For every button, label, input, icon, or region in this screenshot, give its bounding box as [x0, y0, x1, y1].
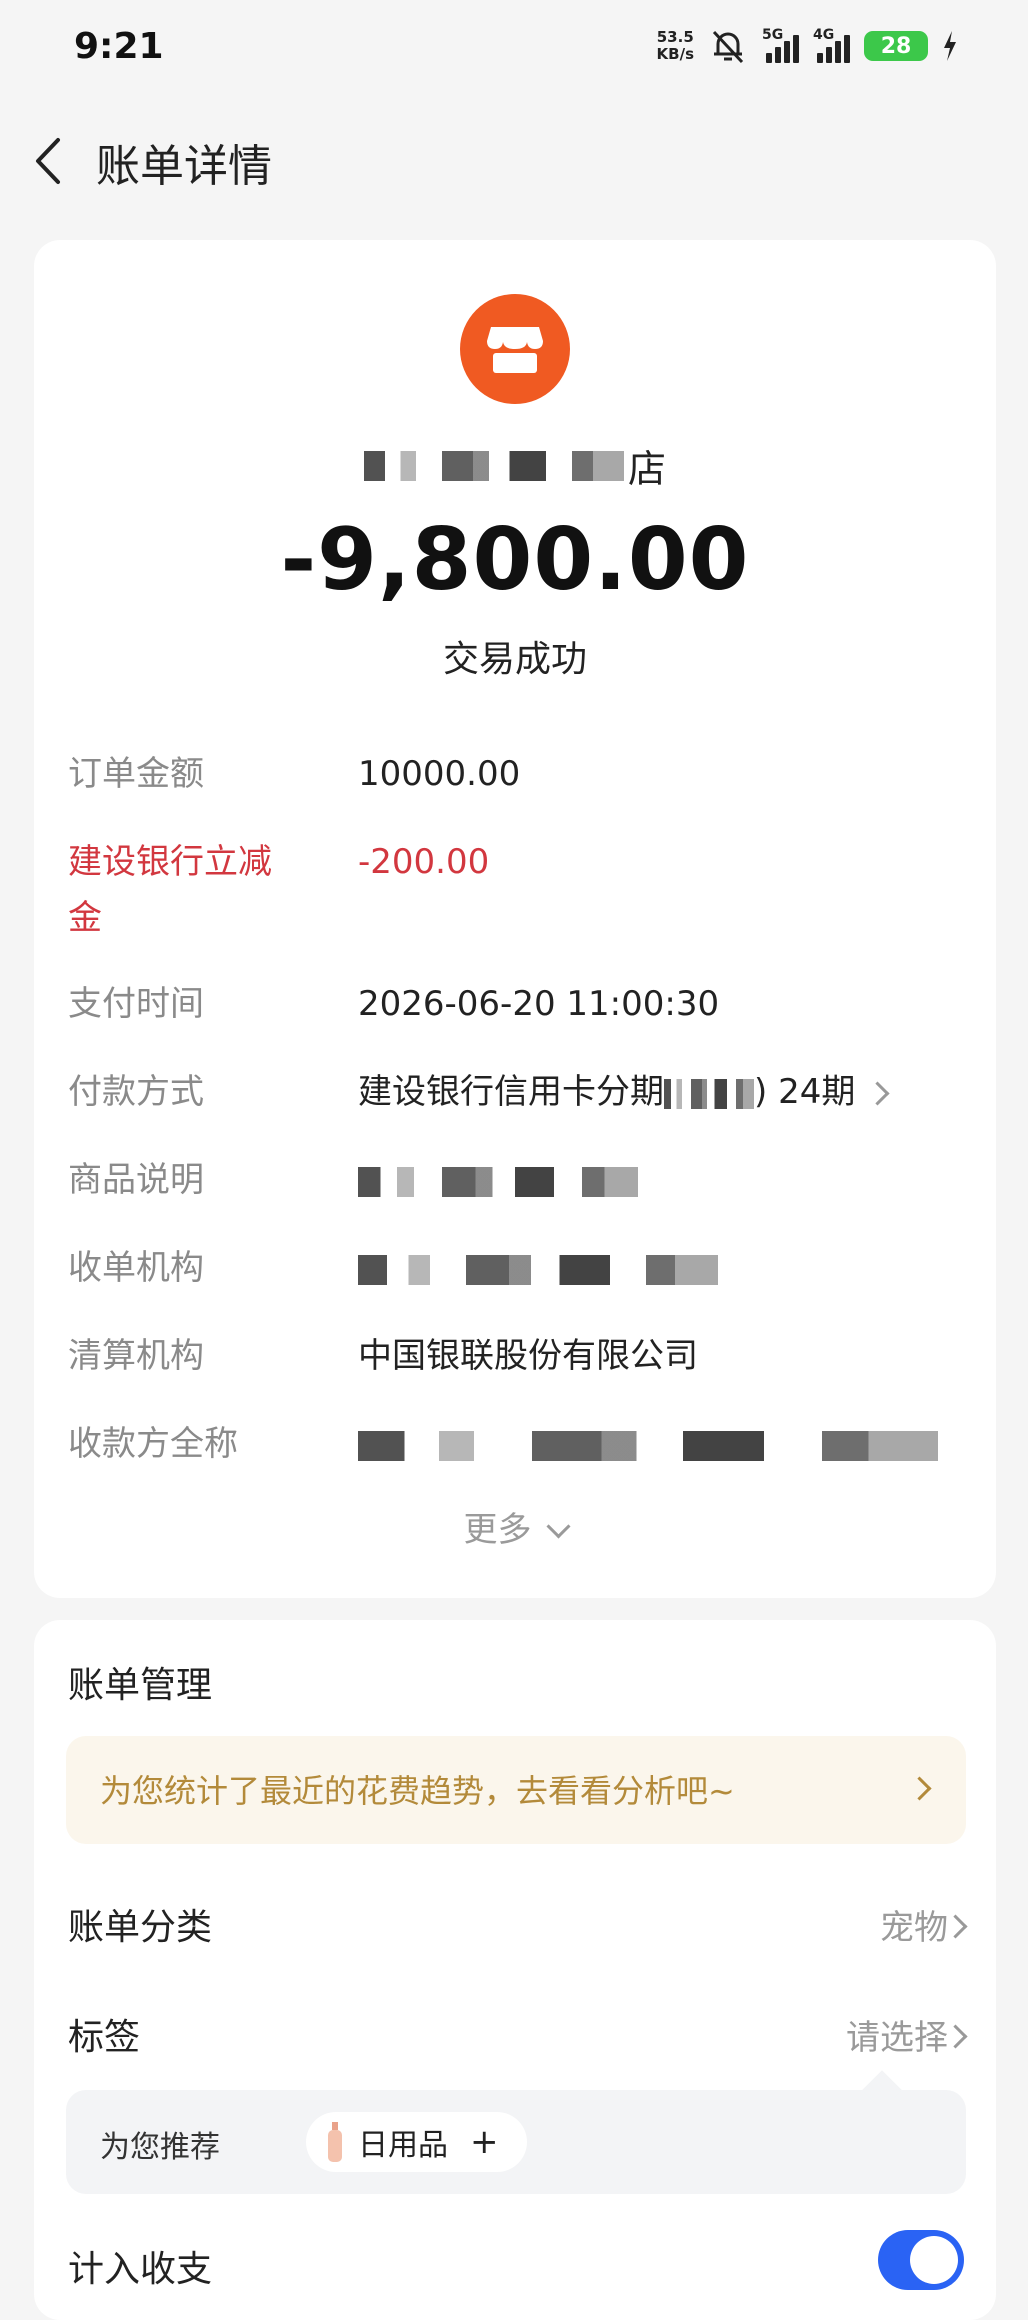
plus-icon: +	[470, 2122, 499, 2162]
more-label: 更多	[463, 1510, 532, 1550]
bill-management-card: 账单管理 为您统计了最近的花费趋势，去看看分析吧~ 账单分类 宠物 标签 请选择…	[34, 1620, 996, 2320]
detail-value: 2026-06-20 11:00:30	[358, 984, 720, 1024]
detail-label: 收款方全称	[68, 1424, 238, 1464]
card-number-redacted	[664, 1078, 754, 1109]
header: 账单详情	[0, 100, 1028, 220]
charging-icon	[944, 31, 956, 61]
product-redacted	[358, 1166, 638, 1197]
detail-label: 商品说明	[68, 1160, 204, 1200]
detail-value	[358, 1240, 968, 1296]
merchant-name-redacted	[363, 450, 624, 481]
acquirer-redacted	[358, 1254, 718, 1285]
setting-value: 请选择	[846, 2018, 948, 2058]
include-in-stats-row: 计入收支	[68, 2240, 968, 2300]
signal-5g-icon: 5G	[762, 27, 799, 63]
battery-level: 28	[880, 33, 912, 59]
payee-redacted	[358, 1430, 938, 1461]
page-title: 账单详情	[96, 141, 272, 192]
include-in-stats-toggle[interactable]	[878, 2230, 964, 2290]
spending-analysis-banner[interactable]: 为您统计了最近的花费趋势，去看看分析吧~	[66, 1736, 966, 1844]
mute-bell-icon	[712, 30, 744, 64]
detail-label: 付款方式	[68, 1072, 204, 1112]
setting-value: 宠物	[880, 1908, 948, 1948]
lotion-bottle-icon	[328, 2122, 342, 2162]
merchant-name: 店	[34, 438, 996, 492]
transaction-card: 店 -9,800.00 交易成功 订单金额 10000.00 建设银行立减金 -…	[34, 240, 996, 1598]
detail-label: 订单金额	[68, 754, 204, 794]
detail-label: 清算机构	[68, 1336, 204, 1376]
merchant-name-suffix: 店	[627, 447, 666, 491]
pay-method-suffix: ) 24期	[754, 1072, 856, 1112]
signal-4g-label: 4G	[813, 27, 835, 43]
status-icons: 53.5 KB/s 5G 4G 28	[657, 27, 958, 64]
setting-label: 标签	[68, 2017, 141, 2058]
chevron-right-icon	[907, 1776, 932, 1801]
more-button[interactable]: 更多	[34, 1502, 996, 1551]
transaction-status: 交易成功	[442, 639, 587, 680]
tag-chip-daily-goods[interactable]: 日用品 +	[306, 2112, 527, 2172]
recommend-tags: 为您推荐 日用品 +	[66, 2090, 966, 2194]
detail-value: -200.00	[358, 842, 490, 882]
battery-icon: 28	[864, 31, 928, 61]
network-speed-unit: KB/s	[656, 45, 694, 63]
detail-label: 收单机构	[68, 1248, 204, 1288]
detail-label: 支付时间	[68, 984, 204, 1024]
setting-label: 计入收支	[68, 2249, 213, 2290]
signal-4g-icon: 4G	[813, 27, 850, 63]
status-time: 9:21	[74, 26, 164, 67]
detail-value	[358, 1152, 968, 1208]
detail-value: 10000.00	[358, 754, 521, 794]
store-icon	[460, 294, 570, 404]
recommend-label: 为您推荐	[100, 2130, 220, 2165]
detail-value	[358, 1416, 968, 1472]
setting-label: 账单分类	[68, 1907, 213, 1948]
network-speed: 53.5 KB/s	[657, 29, 694, 63]
detail-label: 建设银行立减金	[68, 842, 272, 938]
detail-value[interactable]: 建设银行信用卡分期 ) 24期	[358, 1064, 968, 1120]
chevron-down-icon	[545, 1514, 571, 1539]
status-bar: 9:21 53.5 KB/s 5G 4G 28	[0, 0, 1028, 100]
signal-5g-label: 5G	[762, 27, 784, 43]
detail-value: 中国银联股份有限公司	[358, 1336, 698, 1376]
network-speed-value: 53.5	[656, 28, 694, 46]
banner-text: 为您统计了最近的花费趋势，去看看分析吧~	[100, 1772, 735, 1810]
tag-row[interactable]: 标签 请选择	[68, 2008, 968, 2068]
tag-chip-label: 日用品	[358, 2128, 448, 2163]
bill-category-row[interactable]: 账单分类 宠物	[68, 1898, 968, 1958]
chevron-right-icon	[865, 1081, 890, 1106]
pay-method-prefix: 建设银行信用卡分期	[358, 1072, 664, 1112]
transaction-amount: -9,800.00	[280, 510, 750, 610]
back-arrow-icon[interactable]	[28, 136, 68, 186]
section-title: 账单管理	[68, 1665, 213, 1706]
